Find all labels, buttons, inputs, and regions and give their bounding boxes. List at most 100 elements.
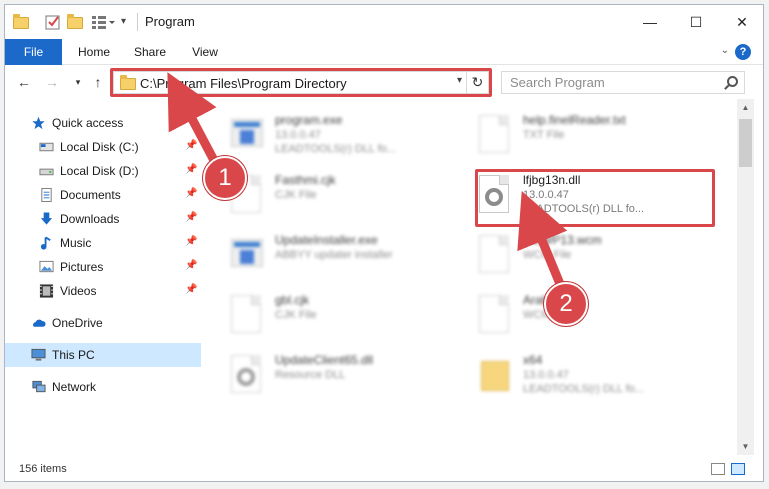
tab-share[interactable]: Share: [125, 39, 175, 65]
nav-label: Network: [52, 380, 97, 394]
document-icon: [231, 295, 263, 335]
close-button[interactable]: ✕: [719, 5, 763, 39]
nav-item-network[interactable]: Network: [5, 375, 201, 399]
customize-toolbar-chevron-icon[interactable]: ▾: [121, 14, 137, 30]
music-icon: [40, 236, 51, 250]
nav-item-onedrive[interactable]: OneDrive: [5, 311, 201, 335]
scrollbar-thumb[interactable]: [739, 119, 752, 167]
file-highlight-box: [475, 169, 715, 227]
dll-gear-icon: [231, 355, 263, 395]
back-arrow-icon[interactable]: ←: [15, 73, 33, 91]
nav-item-music[interactable]: Music 📌: [5, 231, 201, 255]
recent-locations-chevron-icon[interactable]: ▾: [69, 73, 87, 91]
videos-icon: [39, 284, 54, 298]
pin-icon[interactable]: 📌: [185, 164, 197, 175]
nav-item-videos[interactable]: Videos 📌: [5, 279, 201, 303]
up-arrow-icon[interactable]: ↑: [89, 73, 107, 91]
pin-icon[interactable]: 📌: [185, 260, 197, 271]
nav-item-local-disk-c[interactable]: Local Disk (C:) 📌: [5, 135, 201, 159]
document-icon: [479, 235, 511, 275]
file-item-x64[interactable]: x64 13.0.0.47 LEADTOOLS(r) DLL fo...: [457, 347, 697, 403]
expand-ribbon-chevron-icon[interactable]: ⌄: [721, 45, 729, 56]
navigation-pane: Quick access Local Disk (C:) 📌 Local Dis…: [5, 99, 201, 455]
file-item-help-txt[interactable]: help.finelReader.txt TXT File: [457, 107, 697, 163]
file-description: LEADTOOLS(r) DLL fo...: [523, 383, 645, 395]
search-input[interactable]: [502, 72, 712, 93]
tiles-view-icon[interactable]: [731, 463, 745, 475]
status-bar: 156 items: [5, 455, 763, 481]
file-item-mswp13-wcm[interactable]: MSWP13.wcm WCM File: [457, 227, 697, 283]
file-name: gbl.cjk: [275, 293, 310, 307]
computer-icon: [31, 348, 46, 361]
step-badge-1: 1: [203, 156, 247, 200]
file-type: CJK File: [275, 309, 317, 321]
step-badge-2: 2: [544, 282, 588, 326]
tab-file[interactable]: File: [5, 39, 62, 65]
search-icon[interactable]: [727, 76, 738, 87]
document-icon: [479, 295, 511, 335]
file-item-program-exe[interactable]: program.exe 13.0.0.47 LEADTOOLS(r) DLL f…: [209, 107, 449, 163]
file-name: program.exe: [275, 113, 343, 127]
archive-icon: [479, 355, 511, 395]
ribbon-tabs: File Home Share View ⌄ ?: [5, 39, 763, 65]
minimize-button[interactable]: —: [627, 5, 673, 39]
nav-label: Quick access: [52, 116, 124, 130]
nav-item-quick-access[interactable]: Quick access: [5, 111, 201, 135]
address-row: ← → ▾ ↑ C:\Program Files\Program Directo…: [5, 65, 763, 99]
item-count: 156 items: [19, 463, 67, 475]
cloud-icon: [33, 319, 46, 327]
explorer-window: ▾ Program — ☐ ✕ File Home Share View ⌄ ?…: [4, 4, 764, 482]
drive-icon: [39, 168, 54, 176]
file-type: TXT File: [523, 129, 565, 141]
view-options-icon[interactable]: [91, 14, 115, 30]
documents-icon: [41, 188, 52, 202]
file-name: UpdateClient65.dll: [275, 353, 374, 367]
file-name: Fasthmi.cjk: [275, 173, 336, 187]
scroll-down-arrow-icon[interactable]: ▼: [737, 438, 754, 455]
file-item-gbl-cjk[interactable]: gbl.cjk CJK File: [209, 287, 449, 343]
tab-view[interactable]: View: [181, 39, 229, 65]
pin-icon[interactable]: 📌: [185, 188, 197, 199]
title-divider: [137, 13, 138, 31]
file-name: MSWP13.wcm: [523, 233, 602, 247]
tab-home[interactable]: Home: [68, 39, 120, 65]
scroll-up-arrow-icon[interactable]: ▲: [737, 99, 754, 116]
nav-item-pictures[interactable]: Pictures 📌: [5, 255, 201, 279]
nav-item-downloads[interactable]: Downloads 📌: [5, 207, 201, 231]
file-list: program.exe 13.0.0.47 LEADTOOLS(r) DLL f…: [201, 99, 737, 455]
maximize-button[interactable]: ☐: [673, 5, 719, 39]
downloads-icon: [40, 212, 53, 225]
star-icon: [32, 116, 45, 130]
pin-icon[interactable]: 📌: [185, 284, 197, 295]
nav-item-local-disk-d[interactable]: Local Disk (D:) 📌: [5, 159, 201, 183]
document-icon: [479, 115, 511, 155]
exe-icon: [231, 115, 263, 155]
nav-label: Local Disk (C:): [60, 140, 139, 154]
file-item-updateclient65-dll[interactable]: UpdateClient65.dll Resource DLL: [209, 347, 449, 403]
nav-label: Documents: [60, 188, 121, 202]
new-folder-icon[interactable]: [67, 14, 83, 30]
pin-icon[interactable]: 📌: [185, 236, 197, 247]
file-item-updateinstaller-exe[interactable]: UpdateInstaller.exe ABBYY updater instal…: [209, 227, 449, 283]
nav-item-documents[interactable]: Documents 📌: [5, 183, 201, 207]
search-box[interactable]: [501, 71, 745, 94]
network-icon: [32, 380, 46, 393]
exe-icon: [231, 235, 263, 275]
title-bar: ▾ Program — ☐ ✕: [5, 5, 763, 39]
pin-icon[interactable]: 📌: [185, 212, 197, 223]
nav-label: Downloads: [60, 212, 120, 226]
address-highlight-box: [110, 68, 492, 97]
pin-icon[interactable]: 📌: [185, 140, 197, 151]
file-name: x64: [523, 353, 543, 367]
details-view-icon[interactable]: [711, 463, 725, 475]
window-title: Program: [145, 14, 195, 29]
file-type: CJK File: [275, 189, 317, 201]
properties-checkbox-icon[interactable]: [45, 14, 61, 30]
file-name: help.finelReader.txt: [523, 113, 626, 127]
help-icon[interactable]: ?: [735, 44, 751, 60]
file-version: 13.0.0.47: [275, 129, 321, 141]
forward-arrow-icon[interactable]: →: [43, 73, 61, 91]
nav-item-this-pc[interactable]: This PC: [5, 343, 201, 367]
drive-icon: [39, 142, 54, 152]
vertical-scrollbar[interactable]: ▲ ▼: [737, 99, 754, 455]
